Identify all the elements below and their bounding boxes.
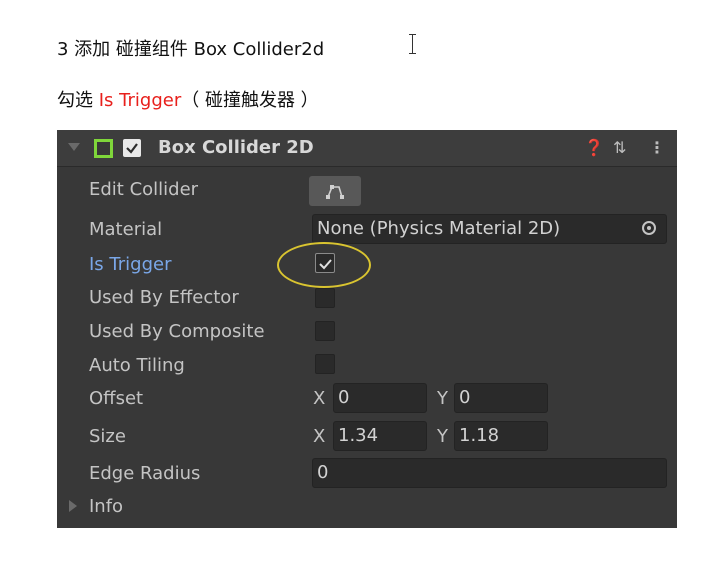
edit-collider-label: Edit Collider [89, 179, 199, 200]
info-foldout-arrow-icon[interactable] [69, 500, 77, 512]
help-icon[interactable]: ❓ [584, 138, 604, 157]
edge-radius-value: 0 [317, 462, 329, 483]
component-title: Box Collider 2D [158, 137, 314, 158]
edge-radius-label: Edge Radius [89, 463, 201, 484]
offset-x-axis-label[interactable]: X [313, 388, 325, 409]
info-foldout-label[interactable]: Info [89, 496, 123, 517]
is-trigger-label: Is Trigger [89, 254, 172, 275]
edit-collider-button[interactable] [309, 176, 361, 206]
box-collider-2d-panel: Box Collider 2D ❓ ⇅ ⋮ Edit Collider Mate… [57, 130, 677, 528]
auto-tiling-label: Auto Tiling [89, 355, 185, 376]
offset-x-value: 0 [338, 387, 350, 408]
offset-label: Offset [89, 388, 144, 409]
offset-y-value: 0 [459, 387, 471, 408]
used-by-composite-checkbox[interactable] [315, 321, 335, 341]
auto-tiling-checkbox[interactable] [315, 354, 335, 374]
instruction-is-trigger: 勾选 Is Trigger（ 碰撞触发器 ） [57, 86, 319, 112]
edge-radius-input[interactable]: 0 [312, 458, 667, 488]
size-x-input[interactable]: 1.34 [333, 421, 427, 451]
size-label: Size [89, 426, 126, 447]
material-label: Material [89, 219, 163, 240]
offset-y-axis-label[interactable]: Y [437, 388, 448, 409]
instruction-suffix: （ 碰撞触发器 ） [181, 90, 319, 111]
fold-arrow-icon[interactable] [68, 143, 80, 151]
component-enabled-checkbox[interactable] [123, 139, 141, 157]
offset-y-input[interactable]: 0 [454, 383, 548, 413]
used-by-effector-label: Used By Effector [89, 287, 239, 308]
used-by-composite-label: Used By Composite [89, 321, 265, 342]
checkmark-icon [126, 143, 138, 154]
size-y-input[interactable]: 1.18 [454, 421, 548, 451]
box-collider-icon [94, 139, 113, 158]
annotation-ellipse [277, 242, 371, 288]
instruction-highlight: Is Trigger [98, 90, 182, 111]
preset-icon[interactable]: ⇅ [613, 138, 626, 157]
more-icon[interactable]: ⋮ [649, 138, 665, 157]
offset-x-input[interactable]: 0 [333, 383, 427, 413]
used-by-effector-checkbox[interactable] [315, 288, 335, 308]
material-field[interactable]: None (Physics Material 2D) [312, 214, 667, 244]
size-y-value: 1.18 [459, 425, 500, 446]
edit-collider-icon [326, 185, 344, 199]
component-header[interactable]: Box Collider 2D ❓ ⇅ ⋮ [57, 130, 677, 167]
size-y-axis-label[interactable]: Y [437, 426, 448, 447]
instruction-prefix: 勾选 [57, 90, 99, 111]
object-picker-icon[interactable] [642, 221, 656, 235]
size-x-value: 1.34 [338, 425, 379, 446]
material-value: None (Physics Material 2D) [317, 218, 561, 239]
instruction-step-3: 3 添加 碰撞组件 Box Collider2d [57, 35, 324, 61]
text-cursor-icon [408, 33, 418, 55]
size-x-axis-label[interactable]: X [313, 426, 325, 447]
instruction-step-3-text: 3 添加 碰撞组件 Box Collider2d [57, 39, 325, 60]
